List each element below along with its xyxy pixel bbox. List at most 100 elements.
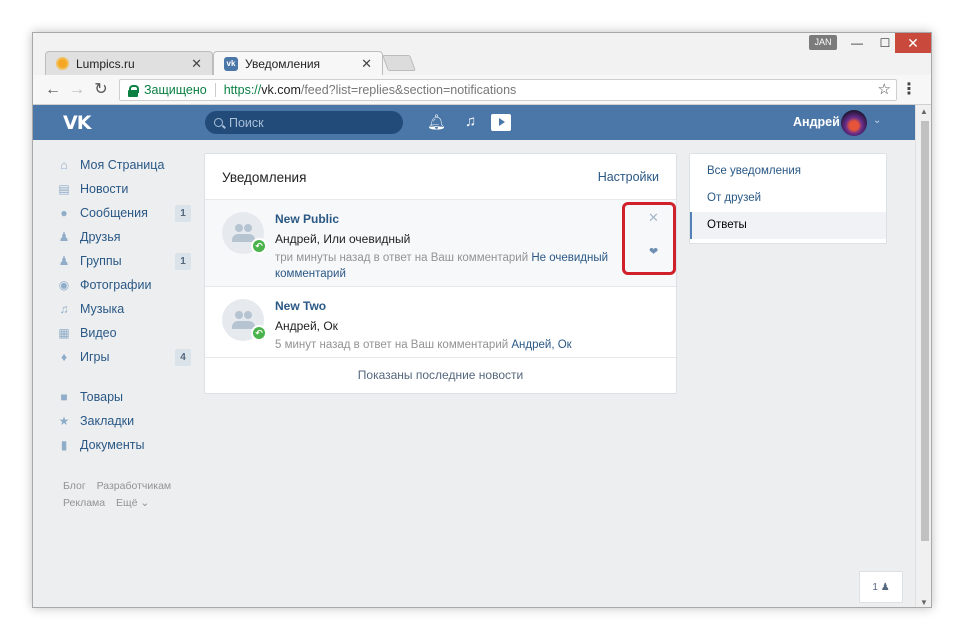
notification-authors: Андрей, Или очевидный	[275, 232, 411, 246]
notification-item[interactable]: ↶ New Two Андрей, Ок 5 минут назад в отв…	[205, 287, 676, 358]
tab-close-icon[interactable]: ✕	[191, 56, 202, 72]
page-title: Уведомления	[222, 170, 307, 185]
notifications-panel: Уведомления Настройки ↶ New Public Андре…	[204, 153, 677, 394]
camera-icon: ◉	[58, 278, 70, 292]
address-bar[interactable]: Защищено https://vk.com/feed?list=replie…	[119, 79, 897, 101]
scroll-up-arrow-icon[interactable]: ▲	[920, 107, 928, 116]
comment-link[interactable]: Андрей, Ок	[511, 339, 571, 351]
film-icon: ▦	[58, 326, 70, 340]
chevron-down-icon[interactable]: ⌄	[873, 115, 881, 126]
avatar[interactable]	[841, 110, 867, 136]
menu-kebab-icon[interactable]: ⋮	[901, 79, 917, 99]
notification-time: три минуты назад в ответ на Ваш коммента…	[275, 252, 529, 264]
profile-badge[interactable]: JAN	[809, 35, 837, 50]
counter-badge: 1	[175, 205, 191, 222]
close-icon[interactable]: ✕	[895, 33, 931, 53]
reload-icon[interactable]: ↻	[91, 80, 111, 100]
page-viewport: VK Поиск 🔔︎ ♫ Андрей ⌄ ⌂ Моя Страница ▤ …	[33, 105, 931, 607]
sidebar-item-label: Друзья	[80, 230, 121, 244]
vk-favicon: vk	[224, 56, 238, 71]
footer-link-ads[interactable]: Реклама	[63, 497, 105, 509]
sidebar-item-label: Товары	[80, 390, 123, 404]
group-name-link[interactable]: New Public	[275, 212, 615, 226]
tab-title: Уведомления	[245, 56, 321, 71]
filter-friends[interactable]: От друзей	[690, 185, 886, 212]
footer-link-blog[interactable]: Блог	[63, 480, 86, 492]
minimize-icon[interactable]: —	[843, 33, 871, 53]
sidebar-item-my-page[interactable]: ⌂ Моя Страница	[57, 153, 193, 177]
secure-label: Защищено	[144, 83, 207, 97]
filter-replies[interactable]: Ответы	[690, 212, 886, 239]
title-bar: JAN — ☐ ✕ Lumpics.ru ✕ vk Уведомления ✕	[33, 33, 931, 75]
sidebar-item-friends[interactable]: ♟ Друзья	[57, 225, 193, 249]
search-icon	[214, 118, 223, 127]
sidebar-item-documents[interactable]: ▮ Документы	[57, 433, 193, 457]
sidebar-item-video[interactable]: ▦ Видео	[57, 321, 193, 345]
music-icon: ♫	[59, 302, 69, 316]
filter-all[interactable]: Все уведомления	[690, 158, 886, 185]
sidebar-item-messages[interactable]: ● Сообщения 1	[57, 201, 193, 225]
footer-link-more[interactable]: Ещё ⌄	[116, 497, 149, 509]
scroll-down-arrow-icon[interactable]: ▼	[920, 598, 928, 607]
counter-badge: 1	[175, 253, 191, 270]
forward-arrow-icon[interactable]: →	[67, 80, 87, 100]
sidebar-footer: Блог Разработчикам Реклама Ещё ⌄	[63, 478, 179, 512]
footer-link-developers[interactable]: Разработчикам	[97, 480, 172, 492]
sidebar-item-market[interactable]: ■ Товары	[57, 385, 193, 409]
notification-item[interactable]: ↶ New Public Андрей, Или очевидный три м…	[205, 200, 676, 287]
star-icon: ★	[58, 414, 70, 428]
groups-icon: ♟	[58, 254, 70, 268]
friend-icon: ♟	[58, 230, 70, 244]
sidebar-item-bookmarks[interactable]: ★ Закладки	[57, 409, 193, 433]
scroll-thumb[interactable]	[921, 121, 929, 541]
sidebar-item-photos[interactable]: ◉ Фотографии	[57, 273, 193, 297]
vk-header: VK Поиск 🔔︎ ♫ Андрей ⌄	[33, 105, 915, 140]
sidebar-item-news[interactable]: ▤ Новости	[57, 177, 193, 201]
vk-logo[interactable]: VK	[63, 112, 91, 134]
notification-meta: 5 минут назад в ответ на Ваш комментарий…	[275, 337, 615, 353]
tab-lumpics[interactable]: Lumpics.ru ✕	[45, 51, 213, 75]
tab-notifications[interactable]: vk Уведомления ✕	[213, 51, 383, 75]
back-arrow-icon[interactable]: ←	[43, 80, 63, 100]
feed-footer: Показаны последние новости	[357, 368, 524, 382]
person-icon: ♟	[880, 582, 890, 593]
group-name-link[interactable]: New Two	[275, 299, 615, 313]
music-note-icon[interactable]: ♫	[465, 113, 476, 130]
counter-badge: 4	[175, 349, 191, 366]
divider	[214, 83, 216, 97]
reply-icon: ↶	[251, 238, 267, 254]
highlight-box	[622, 202, 676, 275]
scrollbar[interactable]: ▲ ▼	[915, 105, 931, 607]
lock-icon	[128, 84, 139, 97]
user-name[interactable]: Андрей	[793, 115, 840, 129]
left-sidebar: ⌂ Моя Страница ▤ Новости ● Сообщения 1 ♟…	[57, 153, 193, 457]
bell-icon[interactable]: 🔔︎	[427, 113, 446, 131]
tab-close-icon[interactable]: ✕	[361, 56, 372, 72]
sidebar-item-games[interactable]: ♦ Игры 4	[57, 345, 193, 369]
browser-toolbar: ← → ↻ Защищено https://vk.com/feed?list=…	[33, 75, 931, 105]
url-path: /feed?list=replies&section=notifications	[300, 83, 517, 97]
sidebar-item-label: Новости	[80, 182, 129, 196]
sidebar-item-label: Закладки	[80, 414, 135, 428]
notification-body: New Two Андрей, Ок 5 минут назад в ответ…	[275, 299, 615, 353]
settings-link[interactable]: Настройки	[598, 170, 659, 184]
panel-header: Уведомления Настройки	[205, 154, 676, 200]
bookmark-star-icon[interactable]: ☆	[878, 80, 891, 98]
sidebar-item-groups[interactable]: ♟ Группы 1	[57, 249, 193, 273]
sidebar-item-label: Музыка	[80, 302, 125, 316]
search-input[interactable]: Поиск	[205, 111, 403, 134]
sidebar-item-music[interactable]: ♫ Музыка	[57, 297, 193, 321]
url-scheme: https://	[223, 83, 262, 97]
lumpics-favicon	[56, 57, 69, 70]
chat-count: 1	[872, 582, 878, 593]
document-icon: ▮	[60, 438, 68, 452]
notification-body: New Public Андрей, Или очевидный три мин…	[275, 212, 615, 282]
home-icon: ⌂	[60, 158, 68, 172]
new-tab-button[interactable]	[382, 55, 416, 71]
play-icon[interactable]	[491, 114, 511, 131]
chat-button[interactable]: 1 ♟	[859, 571, 903, 603]
sidebar-item-label: Группы	[80, 254, 122, 268]
filter-menu: Все уведомления От друзей Ответы	[689, 153, 887, 244]
news-icon: ▤	[58, 182, 70, 196]
